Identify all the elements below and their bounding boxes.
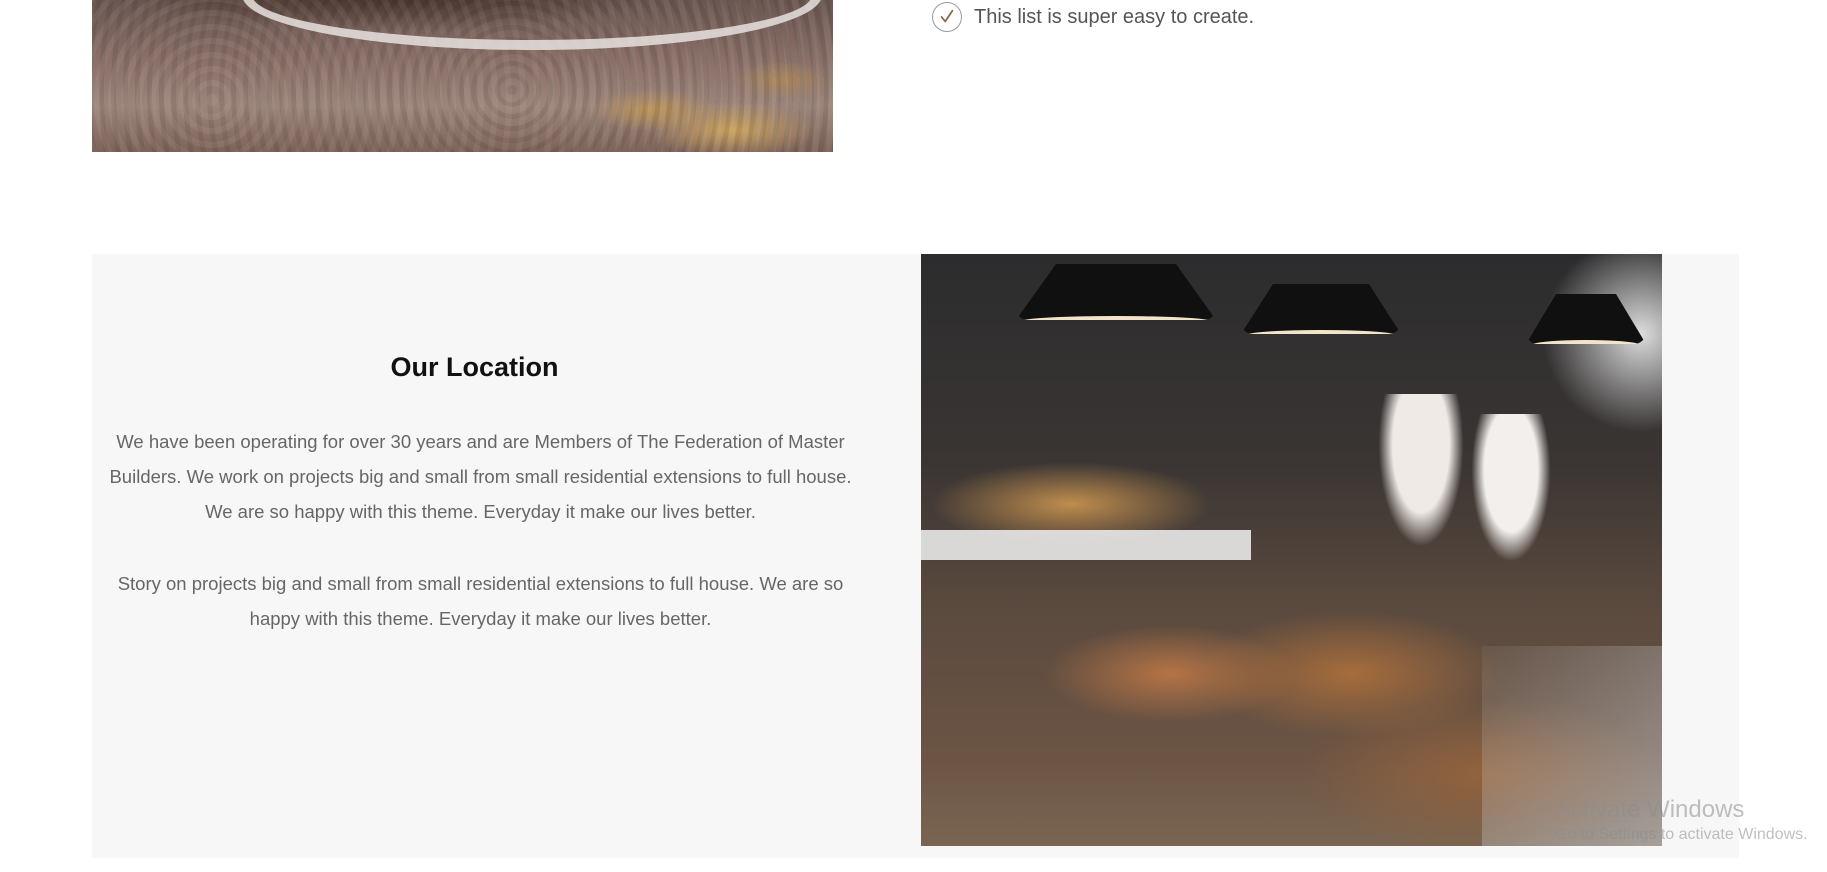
food-image [92, 0, 833, 152]
pendant-lamp [1016, 264, 1216, 320]
section-title: Our Location [390, 352, 559, 382]
pendant-lamp [1526, 294, 1646, 344]
baker-figure [1371, 394, 1471, 564]
watermark-subtitle: Go to Settings to activate Windows. [1555, 826, 1808, 843]
pastry-shelf [921, 530, 1251, 560]
baker-figure [1466, 414, 1556, 574]
pendant-lamp [1241, 284, 1401, 334]
checklist-item: This list is super easy to create. [932, 0, 1254, 34]
watermark-title: Activate Windows [1555, 796, 1745, 823]
checkmark-icon [932, 2, 962, 32]
bakery-image [921, 254, 1662, 846]
checklist-item-text: This list is super easy to create. [974, 5, 1255, 28]
location-paragraph: We have been operating for over 30 years… [109, 431, 852, 522]
activate-windows-watermark: Activate Windows Go to Settings to activ… [1555, 796, 1808, 844]
location-text-column: Our Location We have been operating for … [92, 254, 857, 858]
location-paragraph: Story on projects big and small from sma… [117, 573, 844, 629]
